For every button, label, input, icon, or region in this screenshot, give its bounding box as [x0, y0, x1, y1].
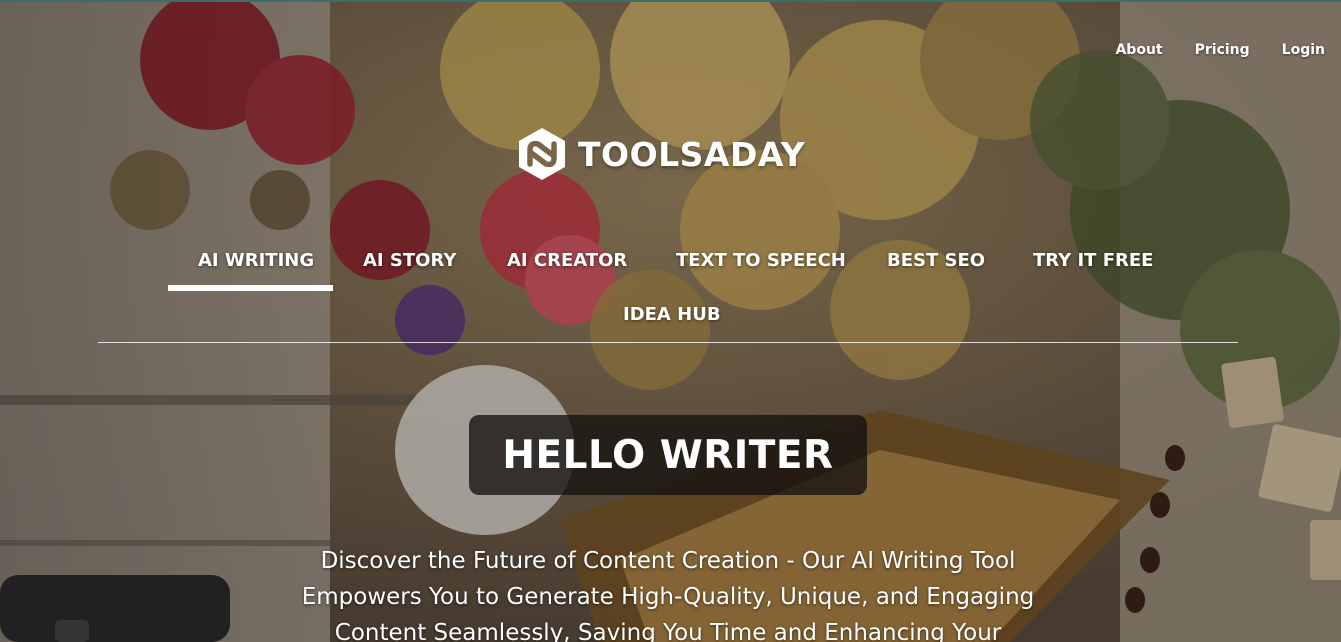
nav-item-best-seo[interactable]: BEST SEO — [887, 250, 985, 271]
nav-item-idea-hub[interactable]: IDEA HUB — [623, 304, 721, 325]
pricing-link[interactable]: Pricing — [1179, 42, 1266, 58]
nav-divider — [98, 342, 1238, 343]
active-tab-indicator — [168, 285, 333, 291]
nav-item-ai-writing[interactable]: AI WRITING — [198, 250, 314, 271]
main-nav: AI WRITING AI STORY AI CREATOR TEXT TO S… — [98, 240, 1238, 343]
toolsaday-logo-icon — [519, 128, 565, 180]
login-link[interactable]: Login — [1266, 42, 1341, 58]
main-nav-row: AI WRITING AI STORY AI CREATOR TEXT TO S… — [98, 240, 1238, 325]
logo-text: TOOLSADAY — [578, 134, 806, 174]
site-logo[interactable]: TOOLSADAY — [516, 126, 805, 182]
hero-section: About Pricing Login TOOLSADAY AI WRITING… — [0, 0, 1341, 642]
nav-item-ai-story[interactable]: AI STORY — [363, 250, 456, 271]
nav-item-text-to-speech[interactable]: TEXT TO SPEECH — [676, 250, 846, 271]
nav-item-ai-creator[interactable]: AI CREATOR — [507, 250, 627, 271]
top-accent-line — [0, 0, 1341, 2]
nav-item-try-it-free[interactable]: TRY IT FREE — [1033, 250, 1153, 271]
hero-heading-box: HELLO WRITER — [469, 415, 867, 495]
top-nav: About Pricing Login — [1099, 42, 1341, 58]
about-link[interactable]: About — [1099, 42, 1178, 58]
hero-tagline: Discover the Future of Content Creation … — [301, 548, 1035, 642]
hero-heading: HELLO WRITER — [502, 432, 834, 478]
